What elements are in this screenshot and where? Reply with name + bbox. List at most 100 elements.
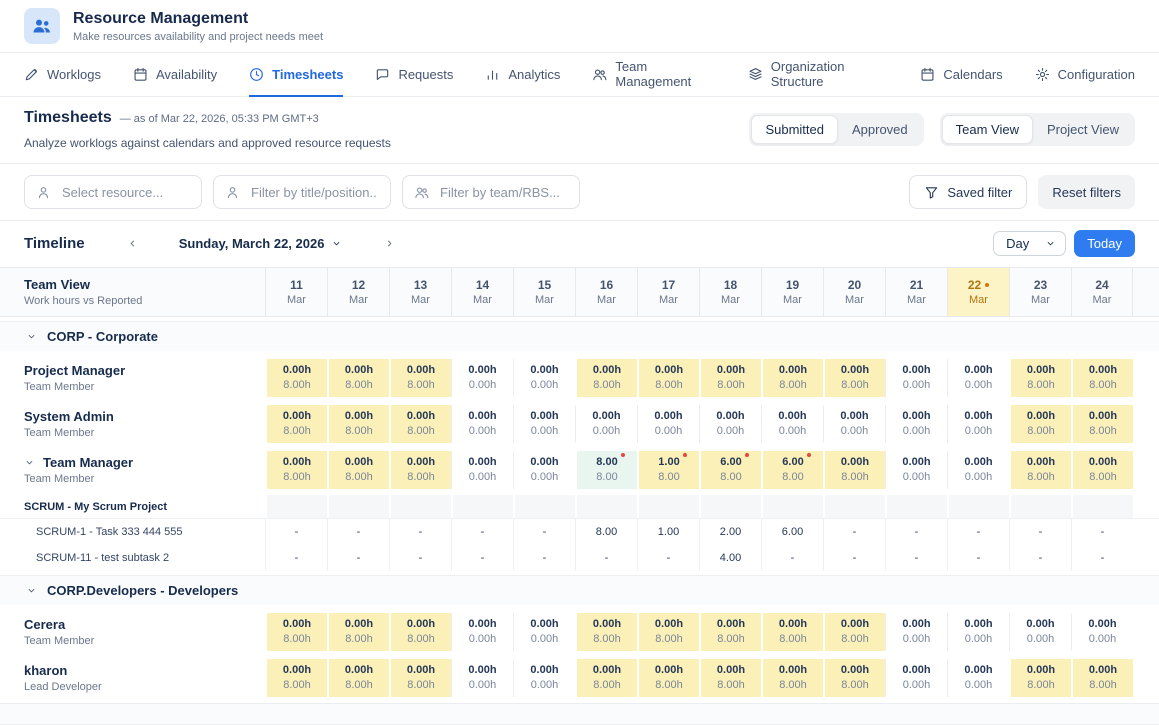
resource-filter-input[interactable]	[60, 184, 190, 201]
timesheet-cell[interactable]: 0.00h 0.00h	[637, 405, 699, 443]
task-cell[interactable]: -	[513, 519, 575, 545]
timesheet-cell[interactable]: 0.00h 0.00h	[513, 451, 575, 489]
timesheet-cell[interactable]: 0.00h 8.00h	[637, 613, 699, 651]
timesheet-cell[interactable]: 0.00h 8.00h	[389, 359, 451, 397]
timesheet-cell[interactable]: 0.00h 8.00h	[327, 659, 389, 697]
timesheet-cell[interactable]: 0.00h 8.00h	[389, 405, 451, 443]
timesheet-cell[interactable]: 0.00h 8.00h	[389, 613, 451, 651]
timesheet-cell[interactable]: 1.00 8.00	[637, 451, 699, 489]
timesheet-cell[interactable]: 0.00h 8.00h	[1009, 405, 1071, 443]
toggle-team-view[interactable]: Team View	[942, 115, 1033, 144]
task-cell[interactable]: -	[327, 545, 389, 571]
tab-availability[interactable]: Availability	[133, 53, 217, 97]
timesheet-cell[interactable]: 0.00h 0.00h	[947, 405, 1009, 443]
timesheet-cell[interactable]: 8.00 8.00	[575, 451, 637, 489]
task-cell[interactable]: -	[885, 545, 947, 571]
timesheet-cell[interactable]: 0.00h 8.00h	[699, 359, 761, 397]
timesheet-cell[interactable]: 0.00h 0.00h	[885, 451, 947, 489]
toggle-submitted[interactable]: Submitted	[751, 115, 838, 144]
task-cell[interactable]: 8.00	[575, 519, 637, 545]
timesheet-cell[interactable]: 0.00h 8.00h	[823, 613, 885, 651]
timesheet-cell[interactable]: 0.00h 8.00h	[637, 659, 699, 697]
task-cell[interactable]: -	[575, 545, 637, 571]
task-cell[interactable]: 6.00	[761, 519, 823, 545]
task-cell[interactable]: -	[1009, 519, 1071, 545]
timesheet-cell[interactable]: 0.00h 0.00h	[451, 359, 513, 397]
task-cell[interactable]: -	[265, 545, 327, 571]
task-cell[interactable]: -	[1071, 545, 1133, 571]
task-cell[interactable]: -	[451, 519, 513, 545]
tab-organization-structure[interactable]: Organization Structure	[748, 53, 889, 97]
timesheet-cell[interactable]: 0.00h 8.00h	[823, 659, 885, 697]
task-cell[interactable]: -	[761, 545, 823, 571]
timesheet-cell[interactable]: 0.00h 0.00h	[1009, 613, 1071, 651]
timesheet-cell[interactable]: 0.00h 0.00h	[885, 405, 947, 443]
timesheet-cell[interactable]: 0.00h 8.00h	[1071, 359, 1133, 397]
timesheet-cell[interactable]: 6.00 8.00	[699, 451, 761, 489]
timesheet-cell[interactable]: 0.00h 0.00h	[513, 659, 575, 697]
timesheet-cell[interactable]: 0.00h 8.00h	[1071, 451, 1133, 489]
chevron-left-icon[interactable]	[123, 236, 142, 251]
task-cell[interactable]: -	[389, 519, 451, 545]
tab-worklogs[interactable]: Worklogs	[24, 53, 101, 97]
timesheet-cell[interactable]: 0.00h 8.00h	[575, 659, 637, 697]
timesheet-cell[interactable]: 0.00h 8.00h	[575, 359, 637, 397]
timesheet-cell[interactable]: 0.00h 0.00h	[947, 659, 1009, 697]
timesheet-cell[interactable]: 0.00h 8.00h	[1009, 451, 1071, 489]
timesheet-cell[interactable]: 0.00h 8.00h	[575, 613, 637, 651]
task-cell[interactable]: -	[823, 545, 885, 571]
saved-filter-button[interactable]: Saved filter	[909, 175, 1027, 209]
timesheet-cell[interactable]: 0.00h 0.00h	[513, 359, 575, 397]
task-cell[interactable]: -	[513, 545, 575, 571]
timesheet-cell[interactable]: 0.00h 0.00h	[699, 405, 761, 443]
timesheet-cell[interactable]: 0.00h 8.00h	[265, 613, 327, 651]
timesheet-cell[interactable]: 0.00h 0.00h	[885, 613, 947, 651]
reset-filters-button[interactable]: Reset filters	[1038, 175, 1135, 209]
timesheet-cell[interactable]: 0.00h 8.00h	[265, 405, 327, 443]
tab-configuration[interactable]: Configuration	[1035, 53, 1135, 97]
timesheet-cell[interactable]: 0.00h 0.00h	[575, 405, 637, 443]
toggle-project-view[interactable]: Project View	[1033, 115, 1133, 144]
timesheet-cell[interactable]: 0.00h 8.00h	[823, 359, 885, 397]
timesheet-cell[interactable]: 0.00h 8.00h	[265, 451, 327, 489]
timesheet-cell[interactable]: 0.00h 0.00h	[513, 405, 575, 443]
timesheet-cell[interactable]: 0.00h 8.00h	[1009, 359, 1071, 397]
timesheet-cell[interactable]: 0.00h 8.00h	[327, 359, 389, 397]
timesheet-cell[interactable]: 0.00h 0.00h	[885, 659, 947, 697]
timesheet-cell[interactable]: 0.00h 0.00h	[823, 405, 885, 443]
timesheet-cell[interactable]: 0.00h 8.00h	[265, 359, 327, 397]
timesheet-cell[interactable]: 0.00h 8.00h	[327, 451, 389, 489]
title-position-filter-input[interactable]	[249, 184, 379, 201]
timesheet-cell[interactable]: 0.00h 0.00h	[947, 451, 1009, 489]
task-cell[interactable]: -	[327, 519, 389, 545]
timesheet-cell[interactable]: 0.00h 8.00h	[1009, 659, 1071, 697]
timesheet-cell[interactable]: 0.00h 0.00h	[761, 405, 823, 443]
group-row-corp-corporate[interactable]: CORP - Corporate	[0, 321, 1159, 351]
tab-requests[interactable]: Requests	[375, 53, 453, 97]
timesheet-cell[interactable]: 0.00h 0.00h	[885, 359, 947, 397]
task-cell[interactable]: -	[823, 519, 885, 545]
task-cell[interactable]: -	[885, 519, 947, 545]
tab-calendars[interactable]: Calendars	[920, 53, 1002, 97]
timesheet-cell[interactable]: 0.00h 8.00h	[823, 451, 885, 489]
timesheet-cell[interactable]: 0.00h 8.00h	[637, 359, 699, 397]
task-cell[interactable]: -	[1009, 545, 1071, 571]
timesheet-cell[interactable]: 0.00h 8.00h	[1071, 405, 1133, 443]
timesheet-cell[interactable]: 0.00h 0.00h	[947, 613, 1009, 651]
timesheet-cell[interactable]: 0.00h 0.00h	[451, 405, 513, 443]
group-row-corp-developers-developers[interactable]: CORP.Developers - Developers	[0, 575, 1159, 605]
task-cell[interactable]: -	[389, 545, 451, 571]
resource-filter[interactable]	[24, 175, 202, 209]
team-rbs-filter[interactable]	[402, 175, 580, 209]
toggle-approved[interactable]: Approved	[838, 115, 922, 144]
timesheet-cell[interactable]: 0.00h 8.00h	[327, 405, 389, 443]
timesheet-cell[interactable]: 0.00h 8.00h	[265, 659, 327, 697]
task-cell[interactable]: 4.00	[699, 545, 761, 571]
task-cell[interactable]: -	[947, 519, 1009, 545]
timesheet-cell[interactable]: 0.00h 8.00h	[761, 613, 823, 651]
timesheet-cell[interactable]: 0.00h 0.00h	[947, 359, 1009, 397]
timesheet-cell[interactable]: 0.00h 0.00h	[451, 451, 513, 489]
task-cell[interactable]: 2.00	[699, 519, 761, 545]
task-cell[interactable]: -	[637, 545, 699, 571]
timesheet-cell[interactable]: 0.00h 8.00h	[389, 451, 451, 489]
